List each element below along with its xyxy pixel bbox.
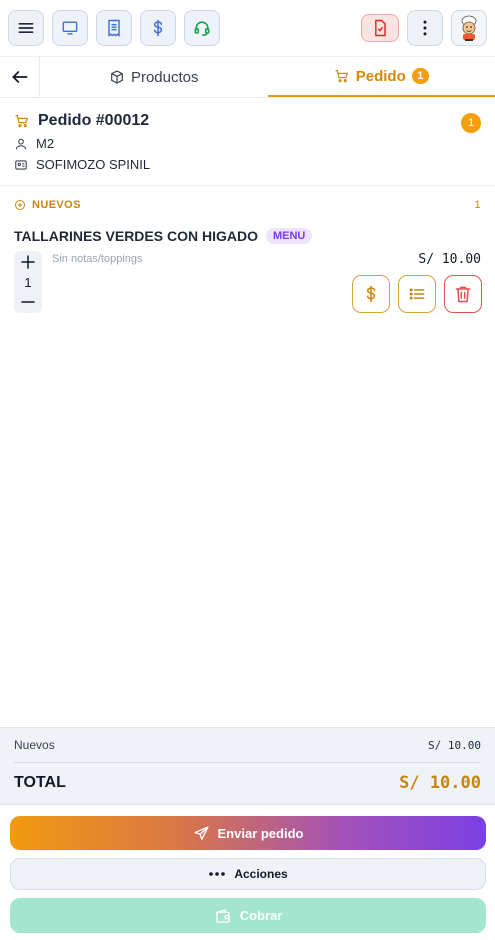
avatar[interactable] (451, 10, 487, 46)
order-item-count-badge: 1 (461, 113, 481, 133)
item-name-row: TALLARINES VERDES CON HIGADO MENU (14, 228, 313, 244)
item-delete-button[interactable] (444, 275, 482, 313)
section-nuevos-count: 1 (474, 199, 481, 211)
item-type-chip: MENU (265, 228, 313, 244)
plus-icon[interactable] (19, 253, 37, 271)
order-customer-row: SOFIMOZO SPINIL (14, 157, 481, 172)
wallet-icon (216, 908, 230, 923)
item-quantity: 1 (24, 274, 32, 290)
total-value: S/ 10.00 (399, 773, 481, 793)
actions-button[interactable]: Acciones (10, 858, 486, 890)
top-toolbar (0, 0, 495, 57)
charge-button[interactable]: Cobrar (10, 898, 486, 933)
dollar-icon (153, 19, 163, 37)
pdf-button[interactable] (361, 14, 399, 42)
subtotal-label: Nuevos (14, 738, 55, 752)
plus-circle-icon (15, 200, 25, 210)
user-icon (15, 138, 27, 149)
minus-icon[interactable] (19, 293, 37, 311)
box-icon (111, 70, 123, 84)
charge-label: Cobrar (239, 908, 283, 923)
total-label: TOTAL (14, 774, 66, 791)
more-vertical-icon (423, 20, 427, 36)
order-title-row: Pedido #00012 (14, 112, 481, 130)
dollar-icon (366, 285, 376, 303)
headset-icon (194, 21, 210, 36)
item-name: TALLARINES VERDES CON HIGADO (14, 228, 258, 244)
chef-mascot-icon (461, 15, 477, 41)
subtotal-value: S/ 10.00 (428, 738, 481, 752)
order-title: Pedido #00012 (38, 112, 150, 129)
send-order-label: Enviar pedido (217, 825, 304, 841)
support-button[interactable] (184, 10, 220, 46)
monitor-button[interactable] (52, 10, 88, 46)
menu-button[interactable] (8, 10, 44, 46)
dollar-button[interactable] (140, 10, 176, 46)
tab-pedido[interactable]: Pedido 1 (267, 57, 495, 97)
menu-icon (18, 23, 34, 34)
item-toppings-button[interactable] (398, 275, 436, 313)
subtotal-row: Nuevos S/ 10.00 (14, 728, 481, 763)
tab-pedido-badge: 1 (411, 68, 429, 84)
order-table: M2 (36, 136, 55, 151)
tab-bar: Productos Pedido 1 (0, 57, 495, 98)
section-nuevos-label: NUEVOS (32, 199, 81, 211)
list-icon (409, 288, 425, 300)
actions-label: Acciones (234, 867, 288, 881)
totals-panel: Nuevos S/ 10.00 TOTAL S/ 10.00 (0, 727, 495, 805)
item-price: S/ 10.00 (418, 252, 481, 267)
more-horizontal-icon (209, 872, 226, 876)
section-nuevos: NUEVOS 1 (14, 197, 481, 213)
arrow-left-icon (12, 71, 27, 83)
item-price-button[interactable] (352, 275, 390, 313)
quantity-stepper: 1 (14, 251, 42, 313)
cart-icon (15, 115, 28, 128)
send-icon (193, 825, 209, 840)
cart-icon (335, 70, 348, 83)
order-table-row: M2 (14, 136, 481, 151)
trash-icon (455, 286, 471, 303)
order-customer: SOFIMOZO SPINIL (36, 157, 151, 172)
more-options-button[interactable] (407, 10, 443, 46)
tab-productos-label: Productos (130, 68, 199, 86)
tab-pedido-label: Pedido (355, 67, 406, 85)
total-row: TOTAL S/ 10.00 (14, 763, 481, 803)
receipt-button[interactable] (96, 10, 132, 46)
order-header: Pedido #00012 1 M2 SOFIMOZO SPINIL (0, 98, 495, 186)
id-card-icon (15, 159, 27, 170)
monitor-icon (62, 21, 78, 35)
item-notes[interactable]: Sin notas/toppings (52, 253, 143, 265)
pdf-icon (375, 19, 386, 37)
send-order-button[interactable]: Enviar pedido (10, 816, 486, 850)
receipt-icon (108, 19, 120, 37)
tab-productos[interactable]: Productos (40, 57, 268, 97)
back-button[interactable] (0, 57, 40, 97)
